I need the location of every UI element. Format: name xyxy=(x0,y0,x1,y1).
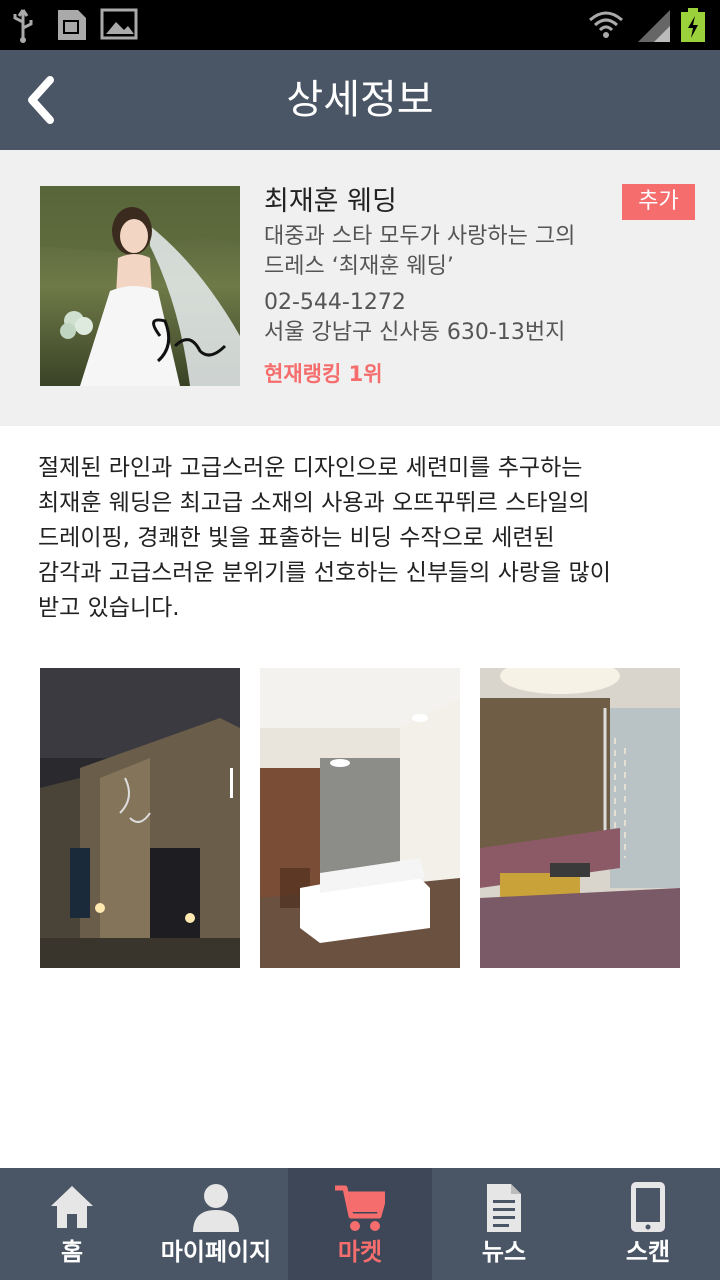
shop-name: 최재훈 웨딩 xyxy=(264,186,397,217)
description-line: 드레이핑, 경쾌한 빛을 표출하는 비딩 수작으로 세련된 xyxy=(38,525,555,551)
shop-tagline-line: 드레스 ‘최재훈 웨딩’ xyxy=(264,254,454,279)
app-header: 상세정보 xyxy=(0,50,720,150)
wifi-icon xyxy=(589,11,623,38)
nav-item-scan[interactable]: 스캔 xyxy=(576,1168,720,1280)
description-line: 절제된 라인과 고급스러운 디자인으로 세련미를 추구하는 xyxy=(38,455,583,481)
description-line: 최재훈 웨딩은 최고급 소재의 사용과 오뜨꾸뛰르 스타일의 xyxy=(38,490,590,516)
shop-info-card: 최재훈 웨딩 추가 대중과 스타 모두가 사랑하는 그의 드레스 ‘최재훈 웨딩… xyxy=(0,150,720,426)
photo-gallery xyxy=(40,668,680,968)
usb-icon xyxy=(13,9,33,43)
gallery-photo-exterior[interactable] xyxy=(40,668,240,968)
nav-item-mypage[interactable]: 마이페이지 xyxy=(144,1168,288,1280)
cart-icon xyxy=(335,1185,385,1231)
gallery-photo-lounge[interactable] xyxy=(260,668,460,968)
shop-phone[interactable]: 02-544-1272 xyxy=(264,288,406,318)
shop-ranking: 현재랭킹 1위 xyxy=(264,362,383,386)
description-line: 받고 있습니다. xyxy=(38,595,180,621)
signal-icon xyxy=(638,10,670,42)
nav-label: 뉴스 xyxy=(481,1238,527,1266)
page-title: 상세정보 xyxy=(286,77,434,123)
tablet-icon xyxy=(631,1182,665,1232)
bottom-navigation: 홈 마이페이지 마켓 뉴스 스캔 xyxy=(0,1168,720,1280)
nav-item-home[interactable]: 홈 xyxy=(0,1168,144,1280)
battery-icon xyxy=(681,8,705,42)
nav-label: 마켓 xyxy=(337,1238,383,1266)
nav-label: 홈 xyxy=(60,1238,84,1266)
gallery-photo-waiting-room[interactable] xyxy=(480,668,680,968)
home-icon xyxy=(51,1186,93,1228)
nav-item-market[interactable]: 마켓 xyxy=(288,1168,432,1280)
document-icon xyxy=(487,1184,521,1232)
status-bar xyxy=(0,0,720,50)
shop-address: 서울 강남구 신사동 630-13번지 xyxy=(264,320,566,345)
description-line: 감각과 고급스러운 분위기를 선호하는 신부들의 사랑을 많이 xyxy=(38,560,611,586)
nav-label: 스캔 xyxy=(625,1238,671,1266)
person-icon xyxy=(193,1184,239,1232)
image-icon xyxy=(100,8,138,40)
nav-label: 마이페이지 xyxy=(160,1238,272,1266)
shop-description: 절제된 라인과 고급스러운 디자인으로 세련미를 추구하는 최재훈 웨딩은 최고… xyxy=(38,451,688,626)
shop-thumbnail xyxy=(40,186,240,386)
shop-tagline: 대중과 스타 모두가 사랑하는 그의 드레스 ‘최재훈 웨딩’ xyxy=(264,222,594,282)
nav-item-news[interactable]: 뉴스 xyxy=(432,1168,576,1280)
add-button[interactable]: 추가 xyxy=(622,184,695,220)
sd-card-icon xyxy=(58,10,86,40)
shop-tagline-line: 대중과 스타 모두가 사랑하는 그의 xyxy=(264,224,576,249)
